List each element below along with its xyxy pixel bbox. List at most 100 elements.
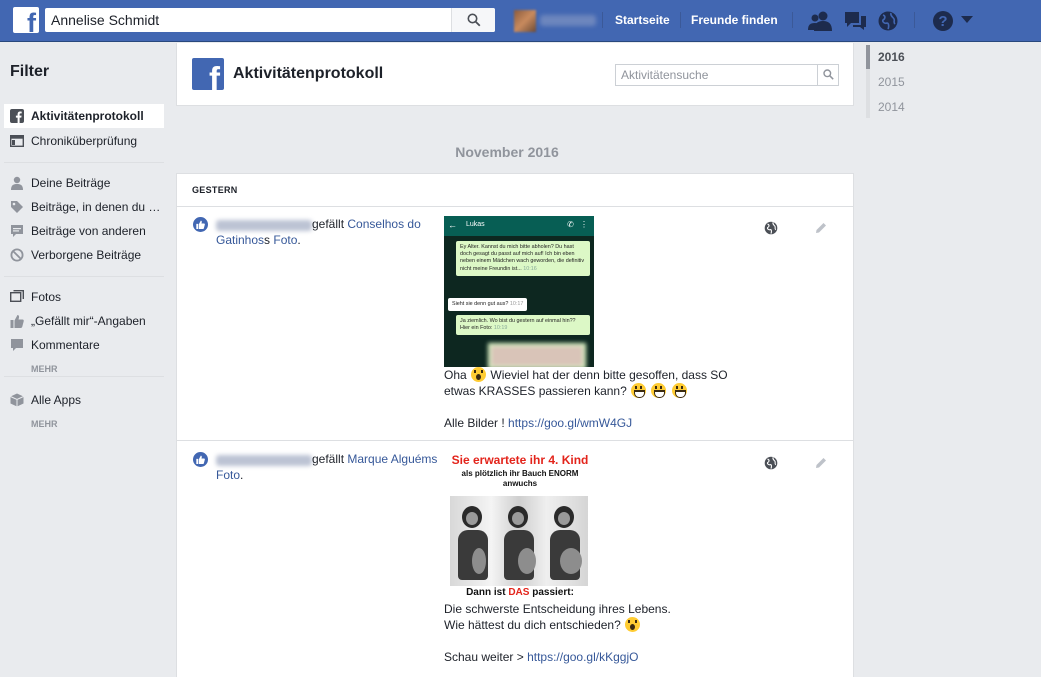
chat-contact-name: Lukas xyxy=(466,221,485,228)
sidebar-item-label: Verborgene Beiträge xyxy=(31,248,142,262)
entry-description: gefällt Marque Alguéms Foto. xyxy=(216,452,438,482)
entry-action: gefällt xyxy=(312,452,345,466)
sidebar-item-label: Chroniküberprüfung xyxy=(31,134,138,148)
more-link[interactable]: MEHR xyxy=(31,419,58,429)
search-icon xyxy=(823,69,834,80)
sidebar-item-likes[interactable]: „Gefällt mir“-Angaben xyxy=(4,309,164,333)
facebook-logo-icon[interactable]: f xyxy=(13,7,39,33)
grin-emoji-icon xyxy=(631,383,647,398)
sidebar-item-activity-log[interactable]: Aktivitätenprotokoll xyxy=(4,104,164,128)
chat-bubble: Sieht sie denn gut aus? 10:17 xyxy=(448,298,528,312)
person-icon xyxy=(11,176,23,190)
sidebar-divider xyxy=(4,162,164,163)
month-heading: November 2016 xyxy=(455,144,559,160)
help-icon[interactable]: ? xyxy=(932,10,954,32)
public-globe-icon[interactable] xyxy=(764,221,778,235)
public-globe-icon[interactable] xyxy=(764,456,778,470)
edit-pencil-icon[interactable] xyxy=(815,457,827,469)
photos-icon xyxy=(10,290,24,303)
page-link[interactable]: Marque Alguéms xyxy=(347,452,437,466)
wow-emoji-icon xyxy=(625,617,641,632)
sidebar-item-label: Beiträge, in denen du markiert wurdest xyxy=(31,200,161,214)
entry-action: gefällt xyxy=(312,217,345,231)
photo-link[interactable]: Foto xyxy=(273,233,297,247)
comment-icon xyxy=(11,225,23,237)
entry-description: gefällt Conselhos do Gatinhoss Foto. xyxy=(216,217,421,247)
year-link-2016[interactable]: 2016 xyxy=(878,50,905,64)
grin-emoji-icon xyxy=(671,383,687,398)
post-text: Oha Wieviel hat der denn bitte gesoffen,… xyxy=(444,367,728,430)
sidebar-item-hidden-posts[interactable]: Verborgene Beiträge xyxy=(4,243,164,267)
activity-log-header: f Aktivitätenprotokoll xyxy=(176,43,854,106)
chat-actions-icon: ✆ ⋮ xyxy=(567,220,590,229)
sidebar-item-your-posts[interactable]: Deine Beiträge xyxy=(4,171,164,195)
back-arrow-icon: ← xyxy=(448,220,457,230)
tag-icon xyxy=(11,201,23,213)
comment-icon xyxy=(11,339,23,351)
chevron-down-icon[interactable] xyxy=(961,16,973,24)
activity-entry: gefällt Marque Alguéms Foto. Sie erwarte… xyxy=(177,441,853,677)
activity-card: GESTERN gefällt Conselhos do Gatinhoss F… xyxy=(176,173,854,677)
facebook-logo-icon: f xyxy=(192,58,224,90)
more-link[interactable]: MEHR xyxy=(31,364,58,374)
sidebar-item-photos[interactable]: Fotos xyxy=(4,285,164,309)
pregnancy-story-image[interactable]: Sie erwartete ihr 4. Kind als plötzlich … xyxy=(444,452,596,598)
activity-search xyxy=(615,64,839,86)
hidden-icon xyxy=(10,248,24,262)
activity-search-input[interactable] xyxy=(616,65,816,85)
nav-find-friends-link[interactable]: Freunde finden xyxy=(691,13,778,27)
image-footer: Dann ist DAS passiert: xyxy=(466,587,574,598)
edit-pencil-icon[interactable] xyxy=(815,222,827,234)
chat-header: ← Lukas ✆ ⋮ xyxy=(444,216,594,236)
timeline-review-icon xyxy=(10,135,24,148)
profile-link[interactable] xyxy=(514,10,600,32)
sidebar-item-tagged-posts[interactable]: Beiträge, in denen du markiert wurdest xyxy=(4,195,164,219)
post-text: Die schwerste Entscheidung ihres Lebens.… xyxy=(444,602,671,664)
chat-screenshot-image[interactable]: ← Lukas ✆ ⋮ Ey Alter. Kannst du mich bit… xyxy=(444,216,594,367)
like-badge-icon xyxy=(193,217,208,232)
notifications-globe-icon[interactable] xyxy=(877,10,899,32)
sidebar-item-label: Beiträge von anderen xyxy=(31,224,146,238)
post-url-link[interactable]: https://goo.gl/kKggjO xyxy=(527,650,638,664)
global-search-input[interactable] xyxy=(45,8,455,32)
sidebar-item-posts-by-others[interactable]: Beiträge von anderen xyxy=(4,219,164,243)
page-title: Aktivitätenprotokoll xyxy=(233,65,384,82)
facebook-icon xyxy=(10,109,24,123)
search-icon xyxy=(467,13,481,27)
year-scrollbar-active xyxy=(866,45,870,69)
day-heading: GESTERN xyxy=(192,185,238,195)
search-button[interactable] xyxy=(451,8,495,32)
photo-link[interactable]: Foto xyxy=(216,468,240,482)
nav-divider xyxy=(792,12,793,28)
svg-text:?: ? xyxy=(938,13,947,30)
sidebar-divider xyxy=(4,376,164,377)
activity-entry: gefällt Conselhos do Gatinhoss Foto. ← L… xyxy=(177,207,853,441)
thumbs-up-icon xyxy=(10,315,24,328)
messages-icon[interactable] xyxy=(843,10,867,32)
top-bar: f Startseite Freunde finden ? xyxy=(0,0,1041,42)
post-url-link[interactable]: https://goo.gl/wmW4GJ xyxy=(508,416,632,430)
nav-divider xyxy=(602,12,603,28)
chat-bubble: Ey Alter. Kannst du mich bitte abholen? … xyxy=(456,241,590,276)
sidebar-item-label: „Gefällt mir“-Angaben xyxy=(31,314,146,328)
sidebar-item-timeline-review[interactable]: Chroniküberprüfung xyxy=(4,129,164,153)
sidebar-item-label: Kommentare xyxy=(31,338,100,352)
sidebar-divider xyxy=(4,276,164,277)
profile-name-redacted xyxy=(540,15,596,26)
avatar xyxy=(514,10,536,32)
nav-divider xyxy=(914,12,915,28)
year-link-2015[interactable]: 2015 xyxy=(878,75,905,89)
sidebar-item-label: Fotos xyxy=(31,290,62,304)
friend-requests-icon[interactable] xyxy=(808,10,832,32)
sidebar-item-all-apps[interactable]: Alle Apps xyxy=(4,388,164,412)
sidebar-item-label: Aktivitätenprotokoll xyxy=(31,109,144,123)
apps-box-icon xyxy=(10,393,24,407)
sidebar-item-comments[interactable]: Kommentare xyxy=(4,333,164,357)
activity-search-button[interactable] xyxy=(817,65,838,85)
mirror-selfies-photo xyxy=(450,496,588,586)
year-link-2014[interactable]: 2014 xyxy=(878,100,905,114)
nav-home-link[interactable]: Startseite xyxy=(615,13,670,27)
global-search xyxy=(45,8,495,32)
chat-bubble: Ja ziemlich. Wo bist du gestern auf einm… xyxy=(456,315,590,336)
like-badge-icon xyxy=(193,452,208,467)
